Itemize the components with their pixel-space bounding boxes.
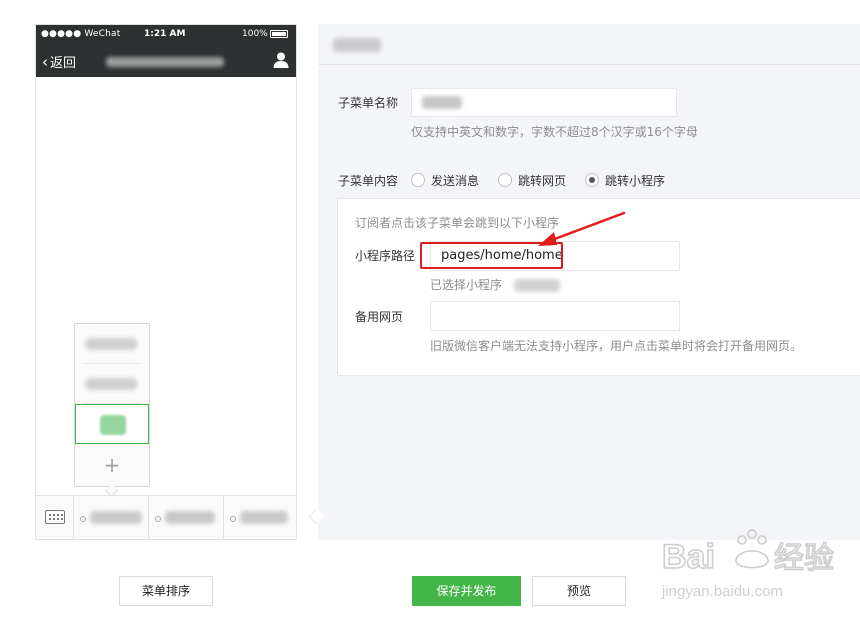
submenu-item-active[interactable] (75, 404, 149, 444)
name-label: 子菜单名称 (338, 96, 399, 110)
phone-preview: ●●●●● WeChat 1:21 AM 100% ‹ 返回 + (35, 24, 297, 540)
main-menu-label-blurred (240, 511, 288, 524)
main-menu-item[interactable] (149, 496, 224, 539)
submenu-name-input[interactable] (411, 88, 677, 117)
backup-hint: 旧版微信客户端无法支持小程序，用户点击菜单时将会打开备用网页。 (430, 339, 803, 353)
submenu-editor-panel: 子菜单名称 仅支持中英文和数字，字数不超过8个汉字或16个字母 子菜单内容 发送… (318, 24, 860, 540)
add-submenu-button[interactable]: + (75, 446, 149, 486)
panel-title-blurred (333, 38, 381, 52)
save-publish-button[interactable]: 保存并发布 (412, 576, 521, 606)
submenu-item[interactable] (75, 324, 149, 364)
main-menu-item[interactable] (224, 496, 296, 539)
battery-icon (270, 30, 288, 38)
radio-selected-icon (585, 173, 599, 187)
miniprogram-intro: 订阅者点击该子菜单会跳到以下小程序 (355, 216, 560, 230)
chevron-left-icon: ‹ (42, 53, 48, 71)
person-icon[interactable] (272, 51, 290, 69)
name-hint: 仅支持中英文和数字，字数不超过8个汉字或16个字母 (411, 125, 698, 139)
submenu-item-label-blurred (85, 338, 137, 350)
battery-percent: 100% (242, 29, 268, 39)
path-label: 小程序路径 (355, 249, 416, 263)
radio-icon (498, 173, 512, 187)
miniprogram-path-input[interactable]: pages/home/home (430, 241, 680, 271)
keyboard-icon (45, 510, 65, 524)
submenu-popup: + (74, 323, 150, 487)
carrier-text: ●●●●● WeChat (41, 29, 121, 39)
back-label: 返回 (50, 56, 77, 71)
selected-miniprogram-name-blurred (514, 279, 560, 292)
path-value: pages/home/home (441, 248, 563, 263)
radio-label: 发送消息 (431, 174, 480, 188)
menu-dot-icon (230, 516, 236, 522)
account-name-blurred (106, 57, 224, 67)
name-value-blurred (422, 96, 462, 109)
selected-miniprogram-text: 已选择小程序 (430, 278, 503, 292)
back-button[interactable]: ‹ 返回 (42, 52, 76, 71)
status-bar: ●●●●● WeChat 1:21 AM 100% (36, 25, 296, 45)
radio-icon (411, 173, 425, 187)
main-menu-item[interactable] (74, 496, 149, 539)
submenu-item-label-blurred (85, 378, 137, 390)
radio-label: 跳转小程序 (605, 174, 666, 188)
submenu-item[interactable] (75, 364, 149, 404)
svg-text:jingyan.baidu.com: jingyan.baidu.com (661, 583, 783, 600)
backup-url-input[interactable] (430, 301, 680, 331)
main-menu-label-blurred (165, 511, 215, 524)
menu-dot-icon (155, 516, 161, 522)
svg-text:经验: 经验 (774, 542, 834, 575)
radio-label: 跳转网页 (518, 174, 567, 188)
status-time: 1:21 AM (144, 29, 186, 39)
phone-nav-bar: ‹ 返回 (36, 45, 296, 77)
keyboard-toggle[interactable] (36, 496, 74, 539)
preview-button[interactable]: 预览 (532, 576, 626, 606)
submenu-item-label-blurred (100, 415, 126, 435)
divider (318, 64, 860, 65)
backup-label: 备用网页 (355, 310, 404, 324)
menu-sort-button[interactable]: 菜单排序 (119, 576, 213, 606)
bottom-menu-bar (36, 495, 296, 539)
menu-dot-icon (80, 516, 86, 522)
content-label: 子菜单内容 (338, 174, 399, 188)
svg-text:Bai: Bai (662, 538, 715, 576)
main-menu-label-blurred (90, 511, 142, 524)
